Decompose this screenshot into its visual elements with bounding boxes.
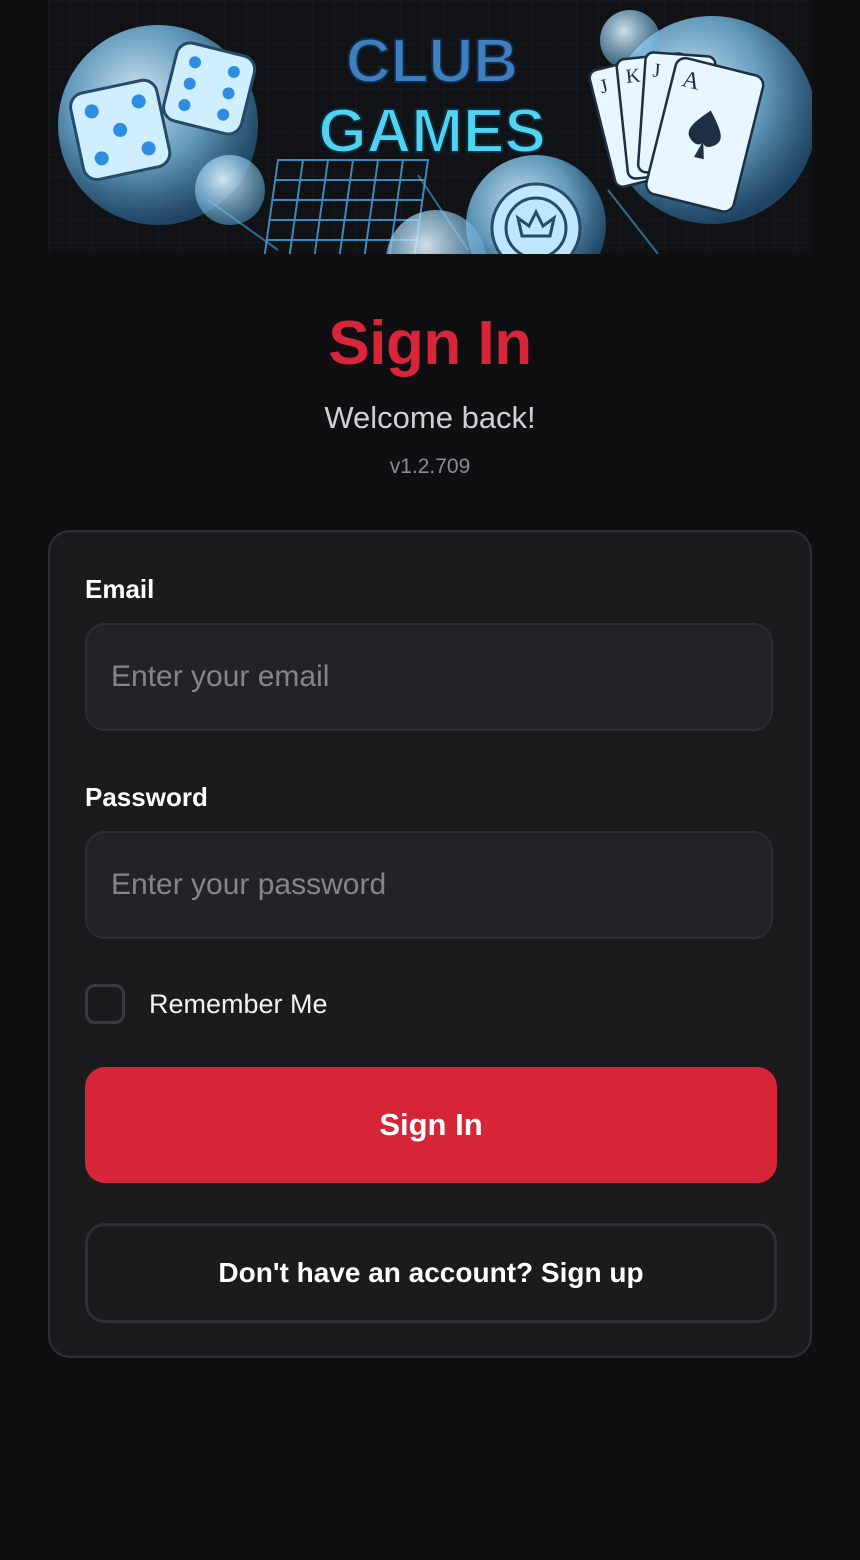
welcome-subtitle: Welcome back! <box>324 400 536 435</box>
sign-in-page: J K J A CLUB GAMES Sign In Welcome back!… <box>0 0 860 1560</box>
email-field[interactable] <box>85 623 773 731</box>
remember-me-checkbox[interactable] <box>85 984 125 1024</box>
password-field[interactable] <box>85 831 773 939</box>
remember-me-label[interactable]: Remember Me <box>149 989 328 1020</box>
sign-up-link-button[interactable]: Don't have an account? Sign up <box>85 1223 777 1323</box>
banner-title-club: CLUB <box>346 27 518 96</box>
club-games-banner: J K J A CLUB GAMES <box>48 0 812 254</box>
version-label: v1.2.709 <box>389 455 471 478</box>
banner-title-games: GAMES <box>318 97 545 166</box>
page-title: Sign In <box>328 309 532 378</box>
email-label: Email <box>85 574 155 604</box>
svg-text:K: K <box>625 65 642 88</box>
sign-in-button[interactable]: Sign In <box>85 1067 777 1183</box>
sign-in-form: Email Password Remember Me Sign In Don't… <box>48 530 812 1358</box>
remember-me-row[interactable]: Remember Me <box>85 982 328 1026</box>
password-label: Password <box>85 782 208 812</box>
